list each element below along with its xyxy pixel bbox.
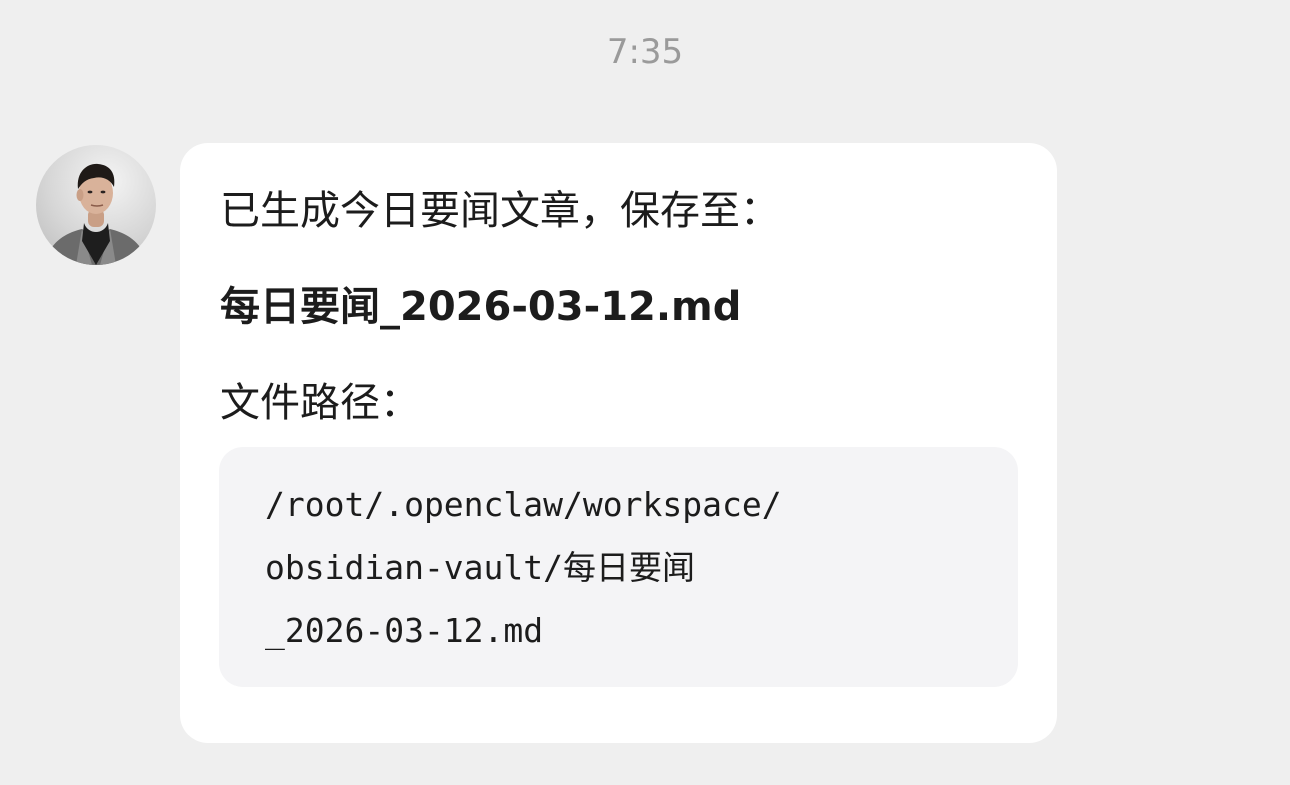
message-intro-text: 已生成今日要闻文章，保存至： (220, 188, 780, 234)
message-bubble[interactable]: 已生成今日要闻文章，保存至： 每日要闻_2026-03-12.md 文件路径： … (180, 143, 1057, 743)
file-path-code-block[interactable]: /root/.openclaw/workspace/ obsidian-vaul… (219, 447, 1018, 687)
message-file-name: 每日要闻_2026-03-12.md (220, 284, 742, 330)
avatar-portrait (44, 163, 148, 265)
file-path-line: /root/.openclaw/workspace/ (265, 485, 782, 524)
person-avatar-icon[interactable] (36, 145, 156, 265)
file-path-label: 文件路径： (220, 380, 420, 426)
file-path-line: obsidian-vault/每日要闻 (265, 548, 696, 587)
message-timestamp: 7:35 (606, 32, 684, 72)
file-path-line: _2026-03-12.md (265, 611, 544, 650)
